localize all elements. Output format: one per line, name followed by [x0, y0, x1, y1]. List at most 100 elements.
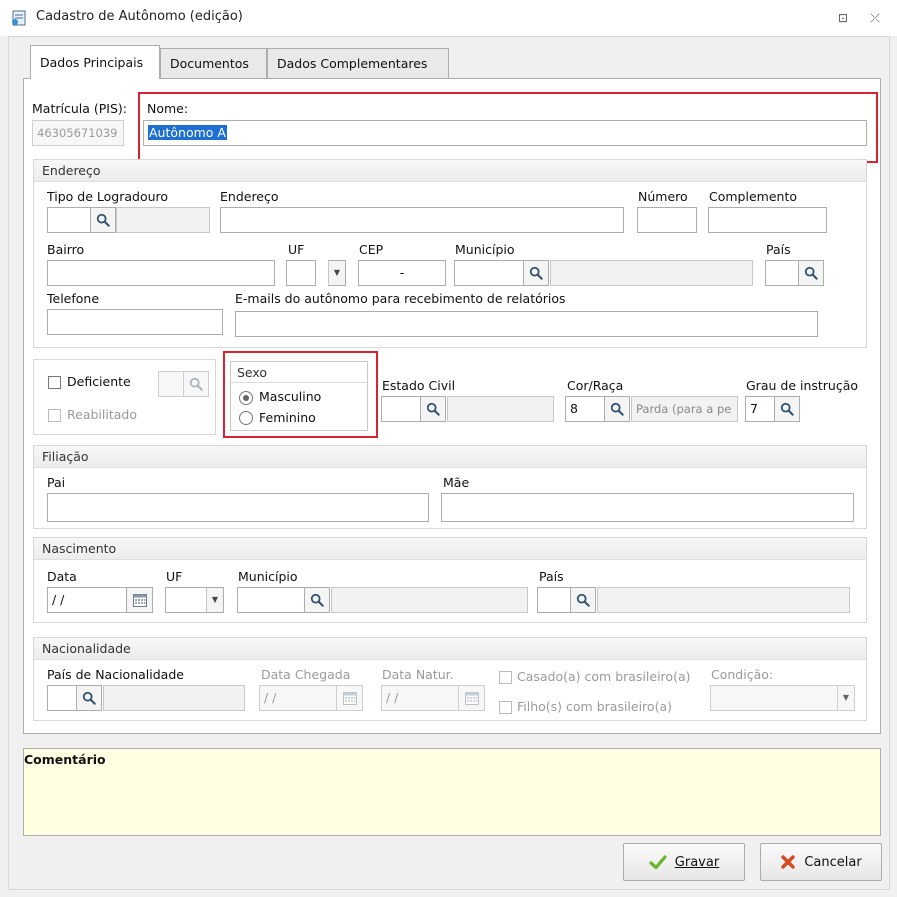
cor-raca-label: Cor/Raça	[567, 378, 624, 393]
mae-field[interactable]	[441, 493, 854, 522]
cancelar-button[interactable]: Cancelar	[760, 843, 882, 881]
nascimento-pais-code[interactable]	[537, 587, 571, 613]
data-chegada-calendar-button	[337, 685, 363, 711]
municipio-code[interactable]	[454, 260, 524, 286]
deficiente-checkbox[interactable]	[48, 376, 61, 389]
uf-label: UF	[288, 242, 305, 257]
search-icon	[189, 377, 203, 391]
deficiencia-search-button	[183, 371, 209, 397]
nascimento-data-field[interactable]: / /	[47, 587, 127, 613]
nascimento-municipio-search-button[interactable]	[304, 587, 330, 613]
estado-civil-search-button[interactable]	[420, 396, 446, 422]
pais-nacionalidade-search-button[interactable]	[76, 685, 102, 711]
municipio-search-button[interactable]	[523, 260, 549, 286]
tipo-logradouro-label: Tipo de Logradouro	[47, 189, 169, 204]
grau-instrucao-search-button[interactable]	[774, 396, 800, 422]
search-icon	[96, 213, 110, 227]
nome-highlight-box	[138, 92, 878, 163]
nascimento-uf-label: UF	[166, 569, 183, 584]
comentario-title: Comentário	[24, 752, 106, 767]
data-natur-label: Data Natur.	[382, 667, 454, 682]
nascimento-data-label: Data	[47, 569, 77, 584]
tab-dados-complementares[interactable]: Dados Complementares	[267, 48, 449, 78]
nacionalidade-group: Nacionalidade País de Nacionalidade Data…	[33, 637, 867, 721]
nascimento-group: Nascimento Data / / UF ▼ Município País	[33, 537, 867, 623]
uf-dropdown-button[interactable]: ▼	[328, 260, 346, 286]
tab-dados-principais[interactable]: Dados Principais	[30, 45, 160, 79]
app-icon	[10, 9, 28, 27]
municipio-desc	[550, 260, 753, 286]
pais-search-button[interactable]	[798, 260, 824, 286]
pais-nacionalidade-label: País de Nacionalidade	[47, 667, 184, 682]
tipo-logradouro-code[interactable]	[47, 207, 91, 233]
x-icon	[781, 855, 796, 869]
search-icon	[426, 402, 440, 416]
comentario-area[interactable]	[23, 748, 881, 836]
grau-instrucao-code[interactable]: 7	[745, 396, 775, 422]
data-natur-field: / /	[381, 685, 459, 711]
sexo-highlight-box	[223, 351, 378, 438]
cor-raca-code[interactable]: 8	[565, 396, 605, 422]
endereco-group-title: Endereço	[34, 160, 866, 182]
nascimento-pais-label: País	[539, 569, 564, 584]
cep-field[interactable]: -	[358, 260, 446, 286]
estado-civil-label: Estado Civil	[382, 378, 456, 393]
casado-brasileiro-checkbox	[499, 671, 512, 684]
nascimento-pais-search-button[interactable]	[570, 587, 596, 613]
search-icon	[804, 266, 818, 280]
reabilitado-label: Reabilitado	[67, 407, 137, 422]
data-chegada-label: Data Chegada	[261, 667, 351, 682]
pais-nacionalidade-code[interactable]	[47, 685, 77, 711]
tipo-logradouro-search-button[interactable]	[90, 207, 116, 233]
condicao-dropdown-button: ▼	[837, 685, 855, 711]
endereco-field[interactable]	[220, 207, 624, 233]
complemento-field[interactable]	[708, 207, 827, 233]
cancelar-label: Cancelar	[804, 854, 862, 870]
emails-label: E-mails do autônomo para recebimento de …	[235, 291, 566, 306]
restore-icon[interactable]: ⊡	[834, 10, 852, 26]
matricula-label: Matrícula (PIS):	[32, 101, 127, 116]
estado-civil-desc	[447, 396, 554, 422]
emails-field[interactable]	[235, 311, 818, 337]
endereco-label: Endereço	[220, 189, 279, 204]
numero-field[interactable]	[637, 207, 697, 233]
calendar-icon	[132, 592, 148, 608]
estado-civil-code[interactable]	[381, 396, 421, 422]
nascimento-calendar-button[interactable]	[127, 587, 153, 613]
matricula-field: 46305671039	[32, 120, 124, 146]
filhos-brasileiro-label: Filho(s) com brasileiro(a)	[517, 699, 672, 714]
telefone-field[interactable]	[47, 309, 223, 335]
pai-field[interactable]	[47, 493, 429, 522]
search-icon	[576, 593, 590, 607]
search-icon	[529, 266, 543, 280]
grau-instrucao-label: Grau de instrução	[746, 378, 859, 393]
close-icon[interactable]: ⤫	[866, 10, 884, 26]
uf-select[interactable]	[286, 260, 316, 286]
cor-raca-search-button[interactable]	[604, 396, 630, 422]
pais-code[interactable]	[765, 260, 799, 286]
casado-brasileiro-label: Casado(a) com brasileiro(a)	[517, 669, 691, 684]
nascimento-municipio-desc	[331, 587, 528, 613]
cor-raca-desc: Parda (para a pe	[631, 396, 738, 422]
nascimento-pais-desc	[597, 587, 850, 613]
telefone-label: Telefone	[47, 291, 100, 306]
mae-label: Mãe	[443, 475, 470, 490]
filiacao-group: Filiação Pai Mãe	[33, 445, 867, 529]
endereco-group: Endereço Tipo de Logradouro Endereço Núm…	[33, 159, 867, 348]
bairro-field[interactable]	[47, 260, 275, 286]
search-icon	[310, 593, 324, 607]
filhos-brasileiro-checkbox	[499, 701, 512, 714]
nascimento-uf-dropdown-button[interactable]: ▼	[206, 587, 224, 613]
nascimento-municipio-code[interactable]	[237, 587, 305, 613]
pais-label: País	[766, 242, 791, 257]
cep-label: CEP	[359, 242, 384, 257]
data-chegada-field: / /	[259, 685, 337, 711]
condicao-select	[710, 685, 838, 711]
nascimento-uf-select[interactable]	[165, 587, 207, 613]
tab-documentos[interactable]: Documentos	[160, 48, 267, 78]
filiacao-group-title: Filiação	[34, 446, 866, 468]
search-icon	[610, 402, 624, 416]
gravar-button[interactable]: Gravar	[623, 843, 745, 881]
numero-label: Número	[638, 189, 688, 204]
pai-label: Pai	[47, 475, 66, 490]
